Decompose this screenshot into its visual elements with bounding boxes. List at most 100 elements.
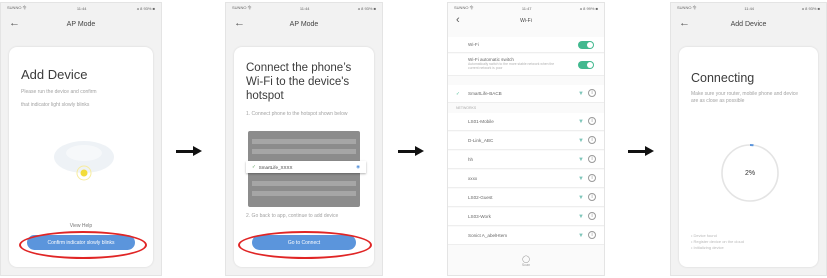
back-chevron-icon[interactable]: ‹ bbox=[456, 14, 460, 26]
nav-bar: ← AP Mode bbox=[226, 13, 382, 35]
network-name: xxxx bbox=[468, 176, 478, 181]
wifi-label: Wi-Fi bbox=[468, 42, 479, 47]
nav-bar: ‹ Wi-Fi bbox=[448, 13, 604, 29]
info-icon[interactable]: i bbox=[588, 136, 596, 144]
wifi-signal-icon: ▼ bbox=[578, 214, 584, 220]
wifi-signal-icon: ▼ bbox=[578, 195, 584, 201]
arrow-right-icon bbox=[176, 146, 202, 156]
phone-screen-connect-hotspot: SUNNO 令 11:44 a 8 93% ■ ← AP Mode Connec… bbox=[225, 2, 383, 276]
status-bar: SUNNO 令 11:44 a 8 93% ■ bbox=[226, 3, 382, 13]
info-icon[interactable]: i bbox=[588, 155, 596, 163]
info-icon[interactable]: i bbox=[588, 117, 596, 125]
highlight-ring bbox=[238, 231, 372, 259]
wifi-signal-icon: ▼ bbox=[578, 176, 584, 182]
info-icon[interactable]: i bbox=[588, 193, 596, 201]
page-title: Connecting bbox=[691, 71, 755, 85]
info-icon[interactable]: i bbox=[588, 231, 596, 239]
network-name: D-Link_ABC bbox=[468, 138, 494, 143]
status-bar: SUNNO 令 11:47 a 8 99% ■ bbox=[448, 3, 604, 13]
status-battery: a 8 93% ■ bbox=[357, 5, 376, 11]
nav-bar: ← Add Device bbox=[671, 13, 826, 35]
network-row[interactable]: LS01-Mobile ▼ i bbox=[448, 113, 604, 131]
status-time: 11:44 bbox=[744, 5, 755, 11]
wifi-signal-icon: ▼ bbox=[578, 138, 584, 144]
scan-button[interactable]: ◯ Scan bbox=[448, 255, 604, 267]
arrow-right-icon bbox=[628, 146, 654, 156]
page-title: Add Device bbox=[21, 67, 88, 82]
status-time: 11:47 bbox=[521, 5, 532, 11]
status-bar: SUNNO 令 11:44 a 8 93% ■ bbox=[1, 3, 161, 13]
check-icon: ✓ bbox=[252, 164, 256, 169]
phone-screen-add-device: SUNNO 令 11:44 a 8 93% ■ ← AP Mode Add De… bbox=[0, 2, 162, 276]
wifi-signal-icon: ▼ bbox=[578, 91, 584, 97]
network-row[interactable]: LS02-Guest ▼ i bbox=[448, 189, 604, 207]
nav-bar: ← AP Mode bbox=[1, 13, 161, 35]
step-one-text: 1. Connect phone to the hotspot shown be… bbox=[246, 111, 348, 117]
checklist-item: • Initializing device bbox=[691, 245, 724, 250]
network-name: Sonict A_abelHtem bbox=[468, 233, 508, 238]
mock-network-row: ✓ SmartLife_XXXX ◉ bbox=[246, 161, 366, 173]
nav-title: AP Mode bbox=[289, 20, 319, 28]
wifi-list-mockup: ✓ SmartLife_XXXX ◉ bbox=[246, 131, 366, 207]
connected-network-name: SmartLife-BACB bbox=[468, 91, 502, 96]
network-row[interactable]: hh ▼ i bbox=[448, 151, 604, 169]
progress-percent: 2% bbox=[744, 169, 756, 177]
networks-section-header: NETWORKS bbox=[456, 106, 477, 110]
auto-switch-description: Automatically switch to the more stable … bbox=[468, 62, 555, 70]
status-bar: SUNNO 令 11:44 a 8 93% ■ bbox=[671, 3, 826, 13]
checklist-item: • Device found bbox=[691, 233, 717, 238]
auto-switch-row: Wi-Fi automatic switch Automatically swi… bbox=[448, 54, 604, 76]
status-carrier: SUNNO 令 bbox=[677, 5, 697, 10]
auto-switch-toggle[interactable] bbox=[578, 61, 594, 69]
mock-network-name: SmartLife_XXXX bbox=[258, 164, 293, 170]
arrow-right-icon bbox=[398, 146, 424, 156]
wifi-toggle[interactable] bbox=[578, 41, 594, 49]
connected-network-row[interactable]: ✓ SmartLife-BACB ▼ i bbox=[448, 85, 604, 103]
status-battery: a 8 93% ■ bbox=[136, 5, 155, 11]
phone-screen-connecting: SUNNO 令 11:44 a 8 93% ■ ← Add Device Con… bbox=[670, 2, 827, 276]
status-time: 11:44 bbox=[76, 5, 87, 11]
network-row[interactable]: Sonict A_abelHtem ▼ i bbox=[448, 227, 604, 245]
view-help-link[interactable]: View Help bbox=[9, 223, 153, 229]
scan-label: Scan bbox=[521, 263, 531, 267]
wifi-signal-icon: ▼ bbox=[578, 157, 584, 163]
page-title: Connect the phone’s Wi-Fi to the device'… bbox=[246, 62, 352, 102]
nav-title: Wi-Fi bbox=[520, 18, 532, 24]
status-battery: a 8 99% ■ bbox=[579, 5, 598, 11]
info-icon[interactable]: i bbox=[588, 174, 596, 182]
network-name: LS01-Mobile bbox=[468, 119, 494, 124]
status-carrier: SUNNO 令 bbox=[7, 5, 27, 10]
info-icon[interactable]: i bbox=[588, 89, 596, 97]
network-name: hh bbox=[468, 157, 474, 162]
wifi-signal-icon: ◉ bbox=[356, 164, 360, 169]
network-name: LS02-Guest bbox=[468, 195, 493, 200]
check-icon: ✓ bbox=[456, 90, 460, 96]
status-carrier: SUNNO 令 bbox=[454, 5, 474, 10]
instruction-line-2: that indicator light slowly blinks bbox=[21, 102, 90, 108]
highlight-ring bbox=[19, 231, 147, 259]
network-row[interactable]: D-Link_ABC ▼ i bbox=[448, 132, 604, 150]
status-carrier: SUNNO 令 bbox=[232, 5, 252, 10]
network-name: LS03-Work bbox=[468, 214, 491, 219]
refresh-icon: ◯ bbox=[522, 256, 530, 263]
back-arrow-icon[interactable]: ← bbox=[9, 17, 20, 29]
status-time: 11:44 bbox=[299, 5, 310, 11]
device-blink-illustration bbox=[54, 141, 114, 181]
checklist-item: • Register device on the cloud bbox=[691, 239, 744, 244]
nav-title: Add Device bbox=[730, 20, 767, 28]
connecting-hint: Make sure your router, mobile phone and … bbox=[691, 91, 799, 104]
phone-screen-wifi-settings: SUNNO 令 11:47 a 8 99% ■ ‹ Wi-Fi Wi-Fi Wi… bbox=[447, 2, 605, 276]
status-battery: a 8 93% ■ bbox=[801, 5, 820, 11]
content-card: Connecting Make sure your router, mobile… bbox=[679, 47, 818, 267]
wifi-toggle-row: Wi-Fi bbox=[448, 37, 604, 53]
network-row[interactable]: LS03-Work ▼ i bbox=[448, 208, 604, 226]
back-arrow-icon[interactable]: ← bbox=[679, 17, 690, 29]
network-row[interactable]: xxxx ▼ i bbox=[448, 170, 604, 188]
wifi-signal-icon: ▼ bbox=[578, 119, 584, 125]
instruction-line-1: Please run the device and confirm bbox=[21, 89, 97, 95]
nav-title: AP Mode bbox=[66, 20, 96, 28]
info-icon[interactable]: i bbox=[588, 212, 596, 220]
step-two-text: 2. Go back to app, continue to add devic… bbox=[246, 213, 339, 219]
wifi-signal-icon: ▼ bbox=[578, 233, 584, 239]
back-arrow-icon[interactable]: ← bbox=[234, 17, 245, 29]
